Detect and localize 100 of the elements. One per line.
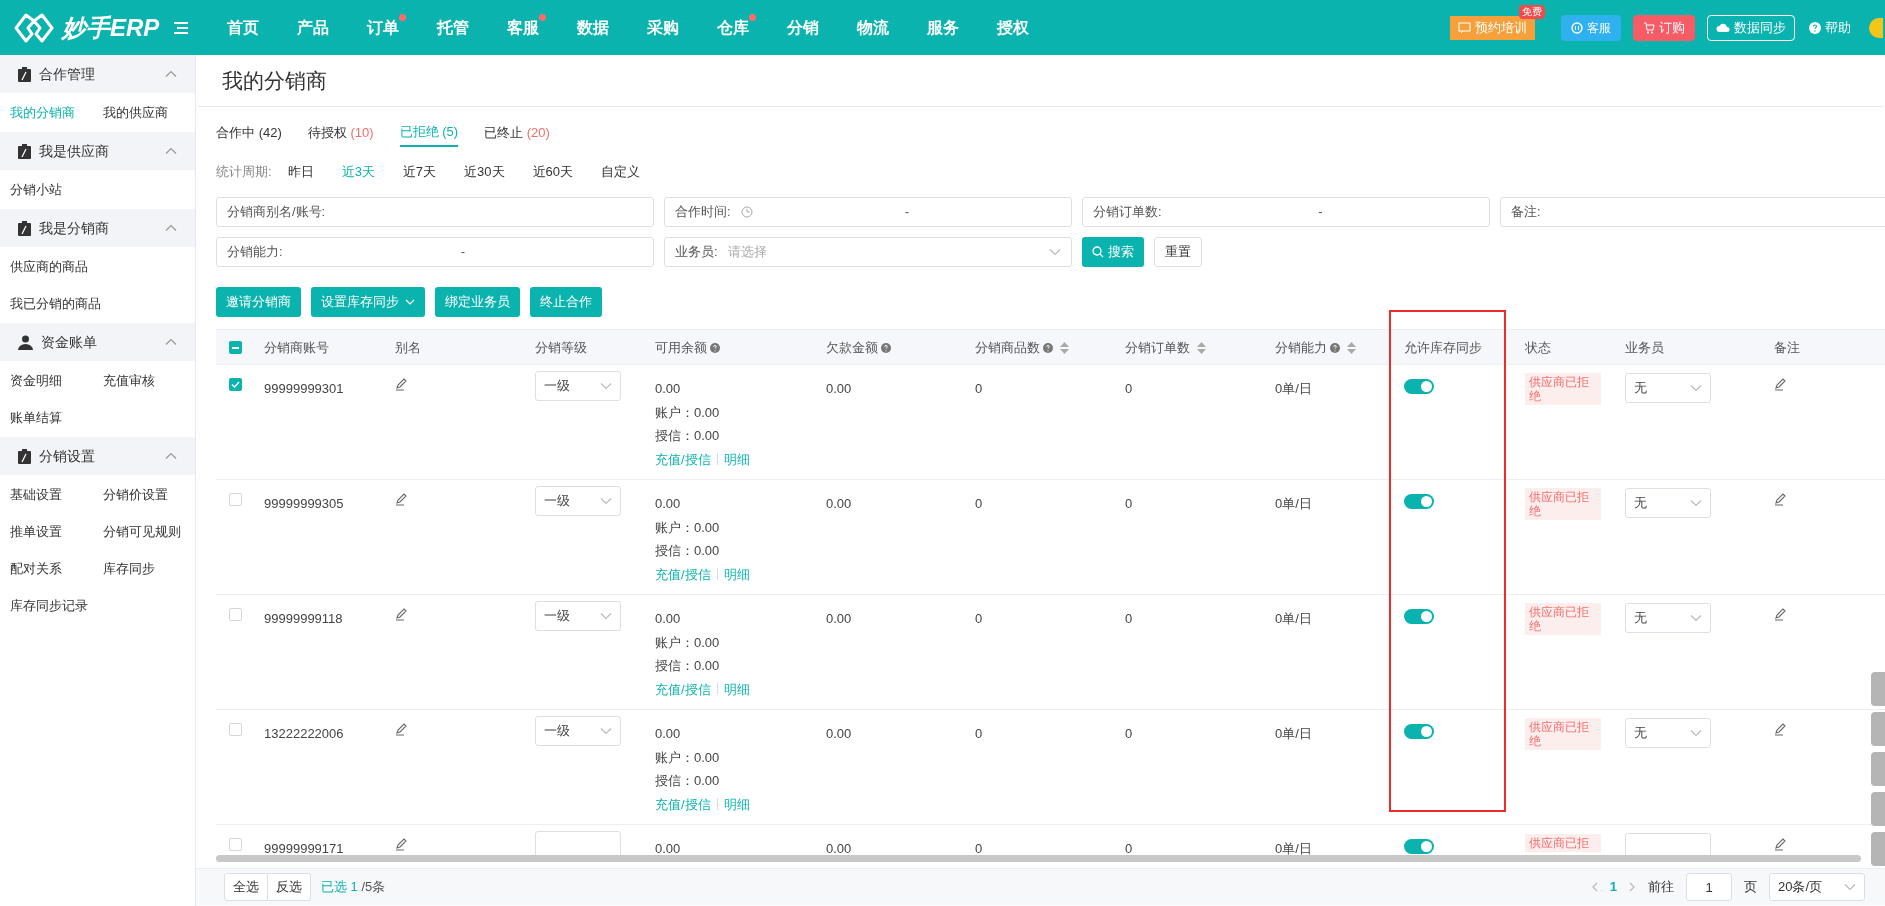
filter-field[interactable]: 分销商别名/账号: — [216, 197, 654, 227]
status-tag: 供应商已拒绝 — [1525, 603, 1601, 635]
row-checkbox[interactable] — [228, 608, 242, 621]
invert-button[interactable]: 反选 — [268, 873, 311, 901]
period-option[interactable]: 昨日 — [287, 162, 314, 182]
cart-icon — [1643, 21, 1655, 34]
sidebar-group-header[interactable]: 资金账单 — [0, 323, 195, 361]
period-option[interactable]: 近30天 — [464, 162, 505, 182]
column-header: 分销订单数 — [1125, 338, 1190, 357]
help-icon — [1043, 342, 1053, 353]
sync-toggle[interactable] — [1404, 379, 1434, 394]
clipboard-icon — [18, 66, 31, 82]
sync-toggle[interactable] — [1404, 494, 1434, 509]
clipboard-icon — [18, 143, 31, 159]
scrollbar[interactable] — [216, 855, 1861, 862]
salesman-select[interactable]: 无 — [1625, 488, 1711, 518]
row-checkbox[interactable] — [228, 838, 242, 851]
table-cell: 0.00 — [826, 726, 852, 741]
sidebar-item[interactable]: 库存同步 — [102, 558, 155, 579]
level-select[interactable] — [535, 831, 621, 855]
sidebar-group-header[interactable]: 分销设置 — [0, 437, 195, 475]
edit-icon — [395, 722, 409, 736]
level-select[interactable]: 一级 — [535, 716, 621, 746]
account-text: 99999999171 — [264, 841, 344, 855]
reset-button[interactable]: 重置 — [1154, 237, 1202, 267]
salesman-select[interactable]: 无 — [1625, 718, 1711, 748]
select-all-button[interactable]: 全选 — [224, 873, 268, 901]
edit-icon — [1774, 492, 1788, 506]
tab[interactable]: 合作中 (42) — [216, 119, 282, 147]
tab[interactable]: 已终止 (20) — [484, 119, 550, 147]
sidebar-item[interactable]: 分销价设置 — [102, 484, 168, 505]
table-cell: 0 — [975, 496, 983, 511]
page-size-select[interactable]: 20条/页 — [1769, 873, 1865, 901]
period-option[interactable]: 近7天 — [402, 162, 437, 182]
balance-detail: 授信：0.00 — [655, 772, 720, 790]
row-checkbox[interactable] — [228, 378, 242, 391]
row-checkbox[interactable] — [228, 723, 242, 736]
sidebar-group-title: 我是分销商 — [39, 218, 109, 238]
help-icon — [881, 342, 891, 353]
table-cell: 0.00 — [826, 611, 852, 626]
sidebar-item[interactable]: 我已分销的商品 — [10, 293, 101, 314]
sidebar-item[interactable]: 账单结算 — [10, 407, 62, 428]
sync-toggle[interactable] — [1404, 839, 1434, 854]
balance-detail: 账户：0.00 — [655, 403, 720, 422]
sync-toggle[interactable] — [1404, 609, 1434, 624]
sidebar-group-header[interactable]: 我是分销商 — [0, 209, 195, 247]
select-all-checkbox[interactable] — [228, 341, 242, 354]
period-option[interactable]: 自定义 — [601, 162, 641, 182]
salesman-select[interactable] — [1625, 833, 1711, 855]
column-header: 状态 — [1525, 338, 1551, 357]
filter-field[interactable]: 分销能力: - — [216, 237, 654, 267]
sync-toggle[interactable] — [1404, 724, 1434, 739]
side-tool-button[interactable] — [1871, 712, 1885, 746]
menu-icon — [174, 21, 188, 34]
balance-detail: 授信：0.00 — [655, 657, 720, 675]
row-checkbox[interactable] — [228, 493, 242, 506]
column-header: 业务员 — [1625, 338, 1664, 357]
period-option[interactable]: 近60天 — [532, 162, 574, 182]
sidebar-item[interactable]: 供应商的商品 — [10, 256, 88, 277]
side-tool-button[interactable] — [1871, 832, 1885, 866]
edit-icon — [395, 837, 409, 851]
tab[interactable]: 待授权 (10) — [307, 119, 374, 147]
sidebar-item[interactable]: 推单设置 — [10, 521, 62, 542]
side-tool-button[interactable] — [1871, 752, 1885, 786]
sidebar-item[interactable]: 配对关系 — [10, 558, 62, 579]
sidebar-item[interactable]: 基础设置 — [10, 484, 62, 505]
sidebar-item[interactable]: 分销可见规则 — [102, 521, 181, 542]
headset-icon — [1571, 21, 1583, 34]
sidebar-item[interactable]: 我的供应商 — [102, 102, 168, 123]
side-tool-button[interactable] — [1871, 792, 1885, 826]
side-tool-button[interactable] — [1871, 672, 1885, 706]
status-tag: 供应商已拒绝 — [1525, 718, 1601, 750]
account-text: 99999999305 — [264, 496, 344, 511]
balance-detail: 账户：0.00 — [655, 518, 720, 537]
account-text: 99999999118 — [264, 611, 343, 626]
chevron-icon — [600, 612, 612, 620]
sidebar-item[interactable]: 库存同步记录 — [10, 595, 88, 616]
balance-detail: 账户：0.00 — [655, 633, 720, 652]
filter-field[interactable]: 备注: — [1500, 197, 1885, 227]
salesman-select[interactable]: 无 — [1625, 603, 1711, 633]
table-cell: 0.00 — [826, 496, 852, 511]
sidebar-group-header[interactable]: 合作管理 — [0, 55, 195, 93]
filter-field[interactable]: 分销订单数: - — [1082, 197, 1490, 227]
sidebar-item[interactable]: 分销小站 — [10, 179, 62, 200]
page-input[interactable]: 1 — [1686, 873, 1732, 901]
status-tag: 供应商已拒 — [1525, 834, 1601, 852]
column-header: 备注 — [1774, 338, 1800, 357]
salesman-select[interactable]: 无 — [1625, 373, 1711, 403]
column-header: 分销等级 — [535, 338, 587, 357]
clipboard-icon — [18, 448, 31, 464]
sidebar-group-header[interactable]: 我是供应商 — [0, 132, 195, 170]
level-select[interactable]: 一级 — [535, 601, 621, 631]
filter-field[interactable]: 业务员: 请选择 — [664, 237, 1072, 267]
sidebar-item[interactable]: 充值审核 — [102, 370, 155, 391]
level-select[interactable]: 一级 — [535, 486, 621, 516]
sidebar-item[interactable]: 资金明细 — [10, 370, 62, 391]
level-select[interactable]: 一级 — [535, 371, 621, 401]
filter-field[interactable]: 合作时间: - — [664, 197, 1072, 227]
page-title: 我的分销商 — [222, 67, 327, 94]
help-icon — [710, 342, 720, 353]
